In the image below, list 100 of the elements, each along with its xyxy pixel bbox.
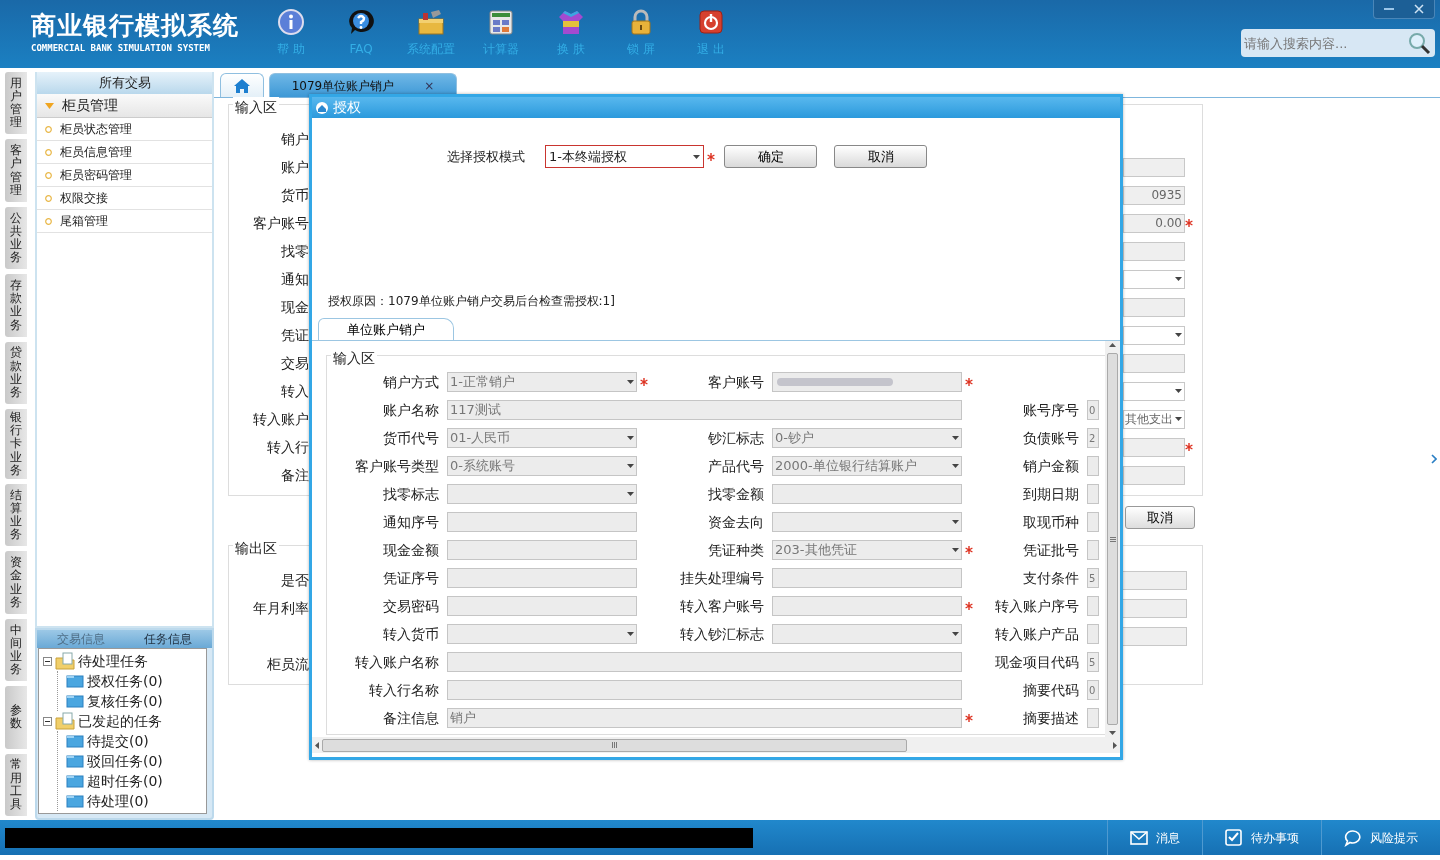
panel-tab[interactable]: 任务信息 bbox=[124, 630, 212, 648]
cancel-button[interactable]: 取消 bbox=[834, 145, 927, 168]
input-field[interactable]: 5 bbox=[1087, 568, 1099, 588]
input-field[interactable] bbox=[1123, 465, 1185, 485]
input-field[interactable] bbox=[1087, 456, 1099, 476]
folder-icon bbox=[66, 754, 84, 768]
input-field[interactable] bbox=[447, 596, 637, 616]
input-field[interactable]: 销户 bbox=[447, 708, 962, 728]
input-field[interactable]: 5 bbox=[1087, 652, 1099, 672]
horizontal-scrollbar[interactable] bbox=[312, 737, 1120, 753]
input-field[interactable] bbox=[772, 568, 962, 588]
input-field[interactable] bbox=[1087, 512, 1099, 532]
dropdown-field[interactable]: 0-系统账号 bbox=[447, 456, 637, 476]
input-field[interactable] bbox=[772, 596, 962, 616]
input-field[interactable] bbox=[1087, 540, 1099, 560]
dropdown-field[interactable]: 2000-单位银行结算账户 bbox=[772, 456, 962, 476]
sidebar-item[interactable]: 柜员信息管理 bbox=[37, 141, 212, 164]
dropdown-field[interactable] bbox=[772, 512, 962, 532]
module-tab[interactable]: 客户管理 bbox=[5, 139, 27, 202]
tree-item[interactable]: 待处理(0) bbox=[87, 790, 149, 812]
tree-item[interactable]: 已发起的任务 bbox=[78, 710, 162, 732]
tree-item[interactable]: 复核任务(0) bbox=[87, 690, 163, 712]
tab-close-button[interactable]: × bbox=[424, 76, 435, 95]
home-tab[interactable] bbox=[220, 73, 264, 97]
dropdown-field[interactable] bbox=[1123, 381, 1185, 401]
folder-document-icon bbox=[55, 712, 75, 730]
module-tab[interactable]: 常用工具 bbox=[5, 753, 27, 816]
input-field[interactable] bbox=[1123, 353, 1185, 373]
tree-item[interactable]: 驳回任务(0) bbox=[87, 750, 163, 772]
module-tab[interactable]: 贷款业务 bbox=[5, 341, 27, 405]
dropdown-field[interactable] bbox=[447, 484, 637, 504]
input-field[interactable] bbox=[1087, 708, 1099, 728]
dropdown-caret-icon bbox=[627, 464, 634, 468]
authorization-reason: 授权原因：1079单位账户销户交易后台检查需授权:1] bbox=[328, 293, 616, 310]
collapse-toggle-icon[interactable] bbox=[43, 716, 52, 726]
expanded-caret-icon bbox=[45, 102, 54, 109]
collapse-toggle-icon[interactable] bbox=[43, 656, 52, 666]
vertical-scrollbar[interactable] bbox=[1105, 341, 1120, 737]
field-label: 是否 bbox=[280, 570, 309, 590]
input-field[interactable] bbox=[772, 372, 962, 392]
sidebar-item[interactable]: 柜员密码管理 bbox=[37, 164, 212, 187]
input-field[interactable]: 0935 bbox=[1123, 185, 1185, 205]
confirm-button[interactable]: 确定 bbox=[724, 145, 817, 168]
dropdown-field[interactable]: 203-其他凭证 bbox=[772, 540, 962, 560]
input-field[interactable] bbox=[447, 652, 962, 672]
module-tab[interactable]: 存款业务 bbox=[5, 274, 27, 337]
tree-item[interactable]: 待提交(0) bbox=[87, 730, 149, 752]
dropdown-field[interactable] bbox=[1123, 325, 1185, 345]
sidebar-item[interactable]: 尾箱管理 bbox=[37, 210, 212, 233]
dropdown-field[interactable]: 1-正常销户 bbox=[447, 372, 637, 392]
cancel-button[interactable]: 取消 bbox=[1125, 506, 1195, 529]
dropdown-caret-icon bbox=[627, 632, 634, 636]
dropdown-field[interactable] bbox=[447, 624, 637, 644]
input-field[interactable]: 117测试 bbox=[447, 400, 962, 420]
input-field[interactable] bbox=[772, 484, 962, 504]
input-field[interactable] bbox=[1087, 596, 1099, 616]
field-label: 找零 bbox=[280, 241, 309, 261]
input-field[interactable] bbox=[447, 680, 962, 700]
tree-item[interactable]: 超时任务(0) bbox=[87, 770, 163, 792]
input-field[interactable]: 0 bbox=[1087, 680, 1099, 700]
dropdown-field[interactable]: 0-钞户 bbox=[772, 428, 962, 448]
input-field[interactable] bbox=[1123, 297, 1185, 317]
mode-dropdown[interactable]: 1-本终端授权 bbox=[545, 145, 704, 168]
module-tab[interactable]: 用户管理 bbox=[5, 72, 27, 135]
field-label: 转入账户产品 bbox=[994, 624, 1080, 644]
dropdown-caret-icon bbox=[1175, 277, 1182, 281]
sidebar-item[interactable]: 柜员状态管理 bbox=[37, 118, 212, 141]
field-label: 年月利率 bbox=[252, 598, 309, 618]
sidebar-item[interactable]: 权限交接 bbox=[37, 187, 212, 210]
status-button[interactable]: 风险提示 bbox=[1321, 820, 1440, 855]
input-field[interactable] bbox=[447, 512, 637, 532]
input-field[interactable] bbox=[1087, 624, 1099, 644]
dropdown-field[interactable]: 其他支出 bbox=[1123, 409, 1185, 429]
search-field[interactable]: 请输入搜索内容... bbox=[1241, 29, 1435, 57]
dropdown-field[interactable]: 01-人民币 bbox=[447, 428, 637, 448]
module-tab[interactable]: 公共业务 bbox=[5, 206, 27, 270]
form-tab[interactable]: 单位账户销户 bbox=[318, 318, 454, 340]
input-field[interactable] bbox=[447, 568, 637, 588]
input-field[interactable]: 0 bbox=[1087, 400, 1099, 420]
module-tab[interactable]: 结算业务 bbox=[5, 483, 27, 547]
input-field[interactable]: 2 bbox=[1087, 428, 1099, 448]
dropdown-field[interactable] bbox=[1123, 269, 1185, 289]
status-button[interactable]: 待办事项 bbox=[1202, 820, 1321, 855]
dropdown-field[interactable] bbox=[772, 624, 962, 644]
sidebar-group[interactable]: 柜员管理 bbox=[37, 94, 212, 118]
module-tab[interactable]: 参数 bbox=[5, 686, 27, 749]
input-field[interactable] bbox=[1087, 484, 1099, 504]
input-field[interactable] bbox=[447, 540, 637, 560]
input-field[interactable] bbox=[1123, 437, 1185, 457]
input-field[interactable] bbox=[1123, 241, 1185, 261]
module-tab[interactable]: 中间业务 bbox=[5, 618, 27, 682]
module-tab[interactable]: 银行卡业务 bbox=[5, 409, 27, 479]
module-tab[interactable]: 资金业务 bbox=[5, 551, 27, 614]
tree-item[interactable]: 授权任务(0) bbox=[87, 670, 163, 692]
field-label: 取现币种 bbox=[1022, 512, 1080, 532]
input-field[interactable] bbox=[1123, 157, 1185, 177]
status-button[interactable]: 消息 bbox=[1107, 820, 1202, 855]
page-tab[interactable]: 1079单位账户销户 × bbox=[269, 73, 457, 97]
tree-item[interactable]: 待处理任务 bbox=[78, 650, 148, 672]
input-field[interactable]: 0.00 bbox=[1123, 213, 1185, 233]
